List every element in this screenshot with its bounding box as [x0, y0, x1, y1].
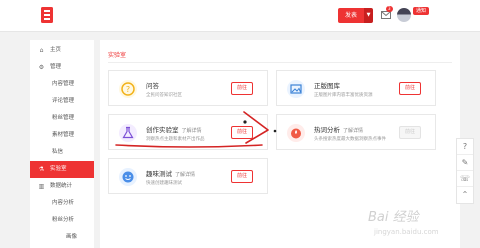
- chart-icon: ▥: [38, 183, 45, 190]
- tab-divider: [108, 62, 452, 63]
- edit-icon[interactable]: ✎: [457, 155, 473, 171]
- go-button[interactable]: 前往: [399, 126, 421, 139]
- card-title-text: 热词分析: [314, 126, 340, 134]
- sidebar-item-assets[interactable]: 素材管理: [30, 127, 94, 144]
- sidebar-item-label: 评论管理: [52, 98, 75, 104]
- floating-toolbar: ? ✎ ☏ ⌃: [456, 138, 474, 204]
- sidebar-item-portrait[interactable]: 画像: [30, 229, 94, 246]
- sidebar-item-label: 画像: [66, 234, 78, 240]
- card-desc: 快速创建趣味测试: [146, 181, 182, 186]
- sidebar-item-label: 数据统计: [50, 183, 73, 189]
- sidebar-item-fans[interactable]: 粉丝管理: [30, 110, 94, 127]
- card-title: 创作实验室 了解详情: [146, 124, 202, 134]
- svg-text:?: ?: [126, 85, 130, 94]
- card-desc: 洞察热点主题和素材产出作品: [146, 137, 205, 142]
- card-desc: 头条搜索热度最大数据洞察热点事件: [314, 137, 386, 142]
- flask-icon: ⚗: [38, 166, 45, 173]
- sidebar-item-label: 私信: [52, 149, 64, 155]
- learn-more-link[interactable]: 了解详情: [182, 128, 202, 134]
- go-button[interactable]: 前往: [399, 82, 421, 95]
- watermark: Bai 经验: [368, 210, 419, 225]
- learn-more-link[interactable]: 了解详情: [175, 172, 195, 178]
- card-fun-quiz: 趣味测试 了解详情 快速创建趣味测试 前往: [108, 158, 268, 194]
- learn-more-link[interactable]: 了解详情: [343, 128, 363, 134]
- image-icon: [287, 80, 305, 98]
- card-title-text: 趣味测试: [146, 170, 172, 178]
- quiz-icon: [119, 168, 137, 186]
- watermark-url: jingyan.baidu.com: [374, 228, 439, 236]
- card-qa: ? 问答 全民问答知识社区 前往: [108, 70, 268, 106]
- sidebar-item-label: 实验室: [50, 166, 67, 172]
- go-button[interactable]: 前往: [231, 170, 253, 183]
- card-title: 热词分析 了解详情: [314, 124, 363, 134]
- sidebar-item-lab[interactable]: ⚗ 实验室: [30, 161, 94, 178]
- card-creation-lab: 创作实验室 了解详情 洞察热点主题和素材产出作品 前往: [108, 114, 268, 150]
- notice-badge[interactable]: 通知: [413, 7, 430, 15]
- sidebar-item-label: 内容管理: [52, 81, 75, 87]
- sidebar: ⌂ 主页 ⚙ 管理 内容管理 评论管理 粉丝管理 素材管理 私信 ⚗ 实验室 ▥…: [30, 40, 94, 248]
- flask-icon: [119, 124, 137, 142]
- sidebar-item-fan-analysis[interactable]: 粉丝分析: [30, 212, 94, 229]
- sidebar-item-label: 主页: [50, 47, 62, 53]
- go-button[interactable]: 前往: [231, 126, 253, 139]
- card-title: 正版图库: [314, 82, 340, 90]
- sidebar-item-label: 素材管理: [52, 132, 75, 138]
- gear-icon: ⚙: [38, 64, 45, 71]
- publish-dropdown-button[interactable]: ▼: [364, 8, 373, 23]
- card-desc: 全民问答知识社区: [146, 93, 182, 98]
- card-image-library: 正版图库 正版图片库内容丰富优质资源 前往: [276, 70, 436, 106]
- sidebar-item-home[interactable]: ⌂ 主页: [30, 42, 94, 59]
- sidebar-item-content[interactable]: 内容管理: [30, 76, 94, 93]
- hotword-icon: [287, 124, 305, 142]
- sidebar-item-manage[interactable]: ⚙ 管理: [30, 59, 94, 76]
- home-icon: ⌂: [39, 47, 44, 54]
- card-desc: 正版图片库内容丰富优质资源: [314, 93, 373, 98]
- service-icon[interactable]: ☏: [457, 171, 473, 187]
- sidebar-item-content-analysis[interactable]: 内容分析: [30, 195, 94, 212]
- question-icon: ?: [119, 80, 137, 98]
- card-title: 问答: [146, 82, 159, 90]
- sidebar-item-stats[interactable]: ▥ 数据统计: [30, 178, 94, 195]
- avatar[interactable]: [397, 8, 411, 22]
- back-to-top-icon[interactable]: ⌃: [457, 187, 473, 203]
- go-button[interactable]: 前往: [231, 82, 253, 95]
- card-title: 趣味测试 了解详情: [146, 168, 195, 178]
- app-logo[interactable]: [40, 7, 54, 23]
- sidebar-item-label: 粉丝分析: [52, 217, 75, 223]
- top-bar: 发表 ▼ 3 通知: [0, 0, 480, 32]
- card-title-text: 创作实验室: [146, 126, 179, 134]
- sidebar-item-comments[interactable]: 评论管理: [30, 93, 94, 110]
- card-hotword-analysis: 热词分析 了解详情 头条搜索热度最大数据洞察热点事件 前往: [276, 114, 436, 150]
- sidebar-item-label: 粉丝管理: [52, 115, 75, 121]
- sidebar-item-label: 管理: [50, 64, 62, 70]
- publish-button[interactable]: 发表: [338, 8, 364, 23]
- sidebar-item-label: 内容分析: [52, 200, 75, 206]
- message-count-badge: 3: [386, 6, 393, 12]
- sidebar-item-messages[interactable]: 私信: [30, 144, 94, 161]
- help-icon[interactable]: ?: [457, 139, 473, 155]
